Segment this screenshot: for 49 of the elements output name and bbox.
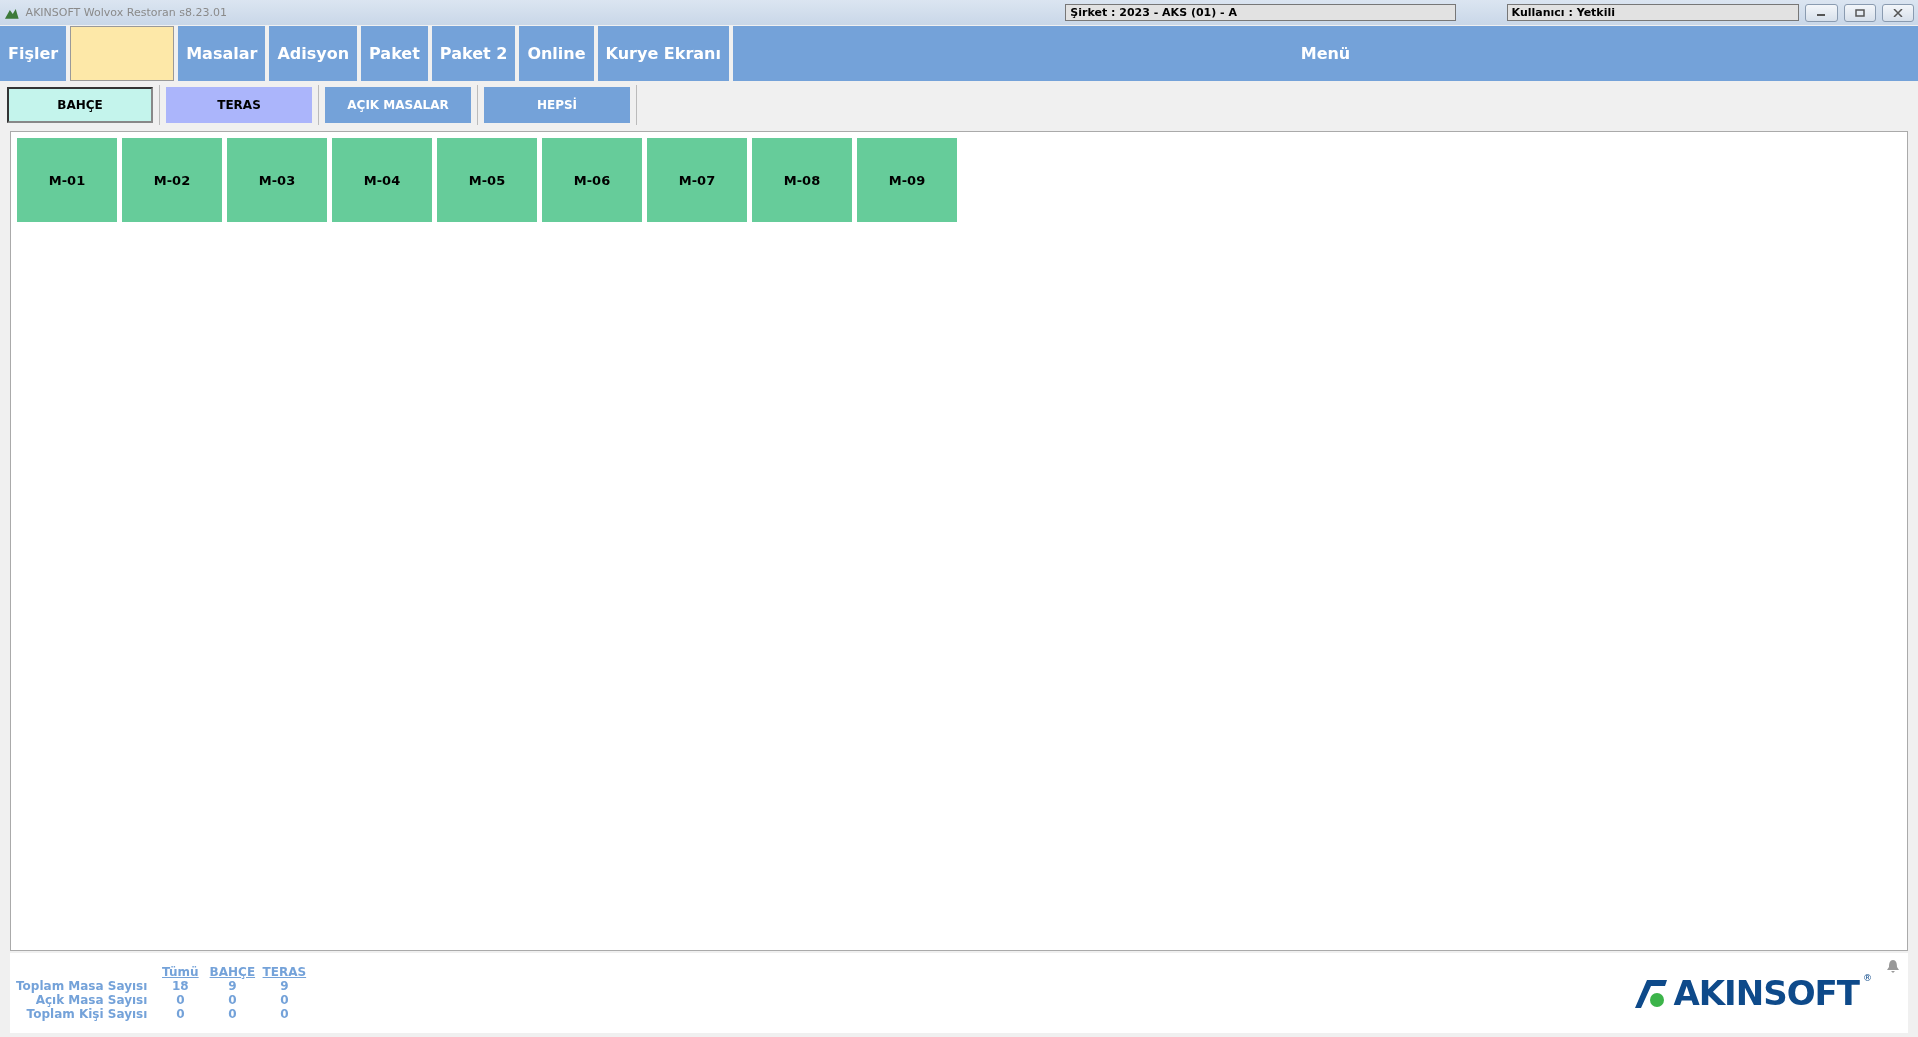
- stat-value: 0: [279, 1007, 290, 1021]
- menu-button[interactable]: Online: [519, 26, 594, 81]
- area-tab[interactable]: AÇIK MASALAR: [325, 87, 471, 123]
- stat-value: 0: [227, 993, 238, 1007]
- column-header[interactable]: BAHÇE: [207, 965, 258, 979]
- stat-value: 18: [171, 979, 190, 993]
- stat-value: 9: [227, 979, 238, 993]
- row-label: Toplam Kişi Sayısı: [25, 1007, 149, 1021]
- logo-icon: [1633, 978, 1670, 1008]
- menu-button[interactable]: Menü: [732, 26, 1918, 81]
- maximize-button[interactable]: [1843, 3, 1876, 22]
- table-button[interactable]: M-03: [227, 138, 327, 222]
- table-button[interactable]: M-01: [17, 138, 117, 222]
- registered-mark: ®: [1863, 973, 1872, 983]
- table-button[interactable]: M-08: [752, 138, 852, 222]
- close-button[interactable]: [1881, 3, 1914, 22]
- column-header[interactable]: Tümü: [155, 965, 206, 979]
- row-label: Toplam Masa Sayısı: [16, 979, 149, 993]
- close-icon: [1892, 8, 1903, 17]
- company-field: Şirket : 2023 - AKS (01) - A: [1065, 4, 1456, 21]
- menu-button[interactable]: Adisyon: [269, 26, 358, 81]
- menu-button[interactable]: Kurye Ekranı: [597, 26, 729, 81]
- area-tab[interactable]: BAHÇE: [7, 87, 153, 123]
- area-tab[interactable]: HEPSİ: [484, 87, 630, 123]
- minimize-button[interactable]: [1805, 3, 1838, 22]
- menu-button[interactable]: Paket: [361, 26, 428, 81]
- menu-button[interactable]: Paket 2: [431, 26, 516, 81]
- logo-text: AKINSOFT: [1673, 973, 1859, 1013]
- user-field: Kullanıcı : Yetkili: [1506, 4, 1800, 21]
- table-button[interactable]: M-02: [122, 138, 222, 222]
- row-label: Açık Masa Sayısı: [34, 993, 149, 1007]
- table-button[interactable]: M-04: [332, 138, 432, 222]
- menu-button[interactable]: Masalar: [178, 26, 266, 81]
- table-button[interactable]: M-06: [542, 138, 642, 222]
- column-header[interactable]: TERAS: [259, 965, 310, 979]
- stat-value: 0: [175, 1007, 186, 1021]
- area-tab[interactable]: TERAS: [166, 87, 312, 123]
- stat-value: 0: [279, 993, 290, 1007]
- menu-button[interactable]: Fişler: [0, 26, 67, 81]
- stat-value: 0: [175, 993, 186, 1007]
- table-button[interactable]: M-07: [647, 138, 747, 222]
- blank-menu-button[interactable]: [70, 26, 175, 81]
- maximize-icon: [1854, 8, 1865, 17]
- table-button[interactable]: M-05: [437, 138, 537, 222]
- window-title: AKINSOFT Wolvox Restoran s8.23.01: [25, 6, 228, 19]
- stat-value: 0: [227, 1007, 238, 1021]
- stat-value: 9: [279, 979, 290, 993]
- table-button[interactable]: M-09: [857, 138, 957, 222]
- bell-icon[interactable]: [1886, 959, 1900, 973]
